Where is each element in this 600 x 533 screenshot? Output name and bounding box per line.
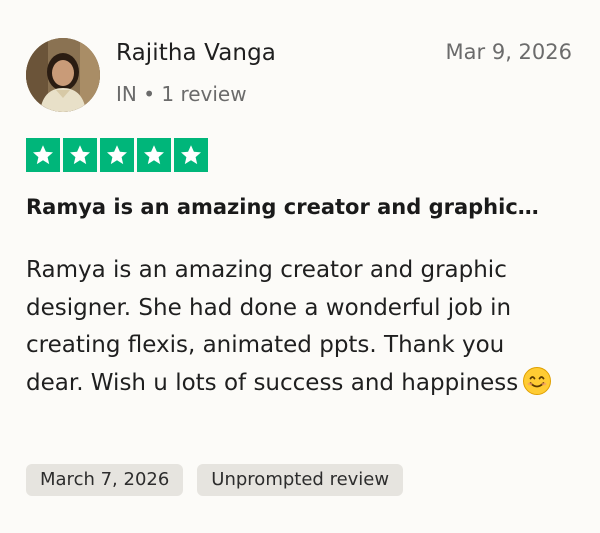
review-body-text: Ramya is an amazing creator and graphic …: [26, 257, 519, 396]
star-icon: [63, 138, 97, 172]
avatar-photo-icon: [26, 38, 100, 112]
review-title[interactable]: Ramya is an amazing creator and graphic…: [26, 195, 539, 219]
star-icon: [137, 138, 171, 172]
star-rating: [26, 138, 208, 172]
review-card: Rajitha Vanga IN • 1 review Mar 9, 2026 …: [0, 0, 600, 533]
unprompted-review-tag[interactable]: Unprompted review: [197, 464, 404, 496]
star-icon: [174, 138, 208, 172]
star-icon: [100, 138, 134, 172]
smiling-face-emoji-icon: [522, 366, 552, 396]
experience-date-tag: March 7, 2026: [26, 464, 184, 496]
review-tags: March 7, 2026 Unprompted review: [26, 464, 404, 496]
reviewer-name[interactable]: Rajitha Vanga: [116, 40, 276, 66]
reviewer-avatar[interactable]: [26, 38, 100, 112]
review-body: Ramya is an amazing creator and graphic …: [26, 252, 566, 402]
review-date: Mar 9, 2026: [445, 40, 572, 64]
star-icon: [26, 138, 60, 172]
reviewer-meta: IN • 1 review: [116, 82, 247, 106]
